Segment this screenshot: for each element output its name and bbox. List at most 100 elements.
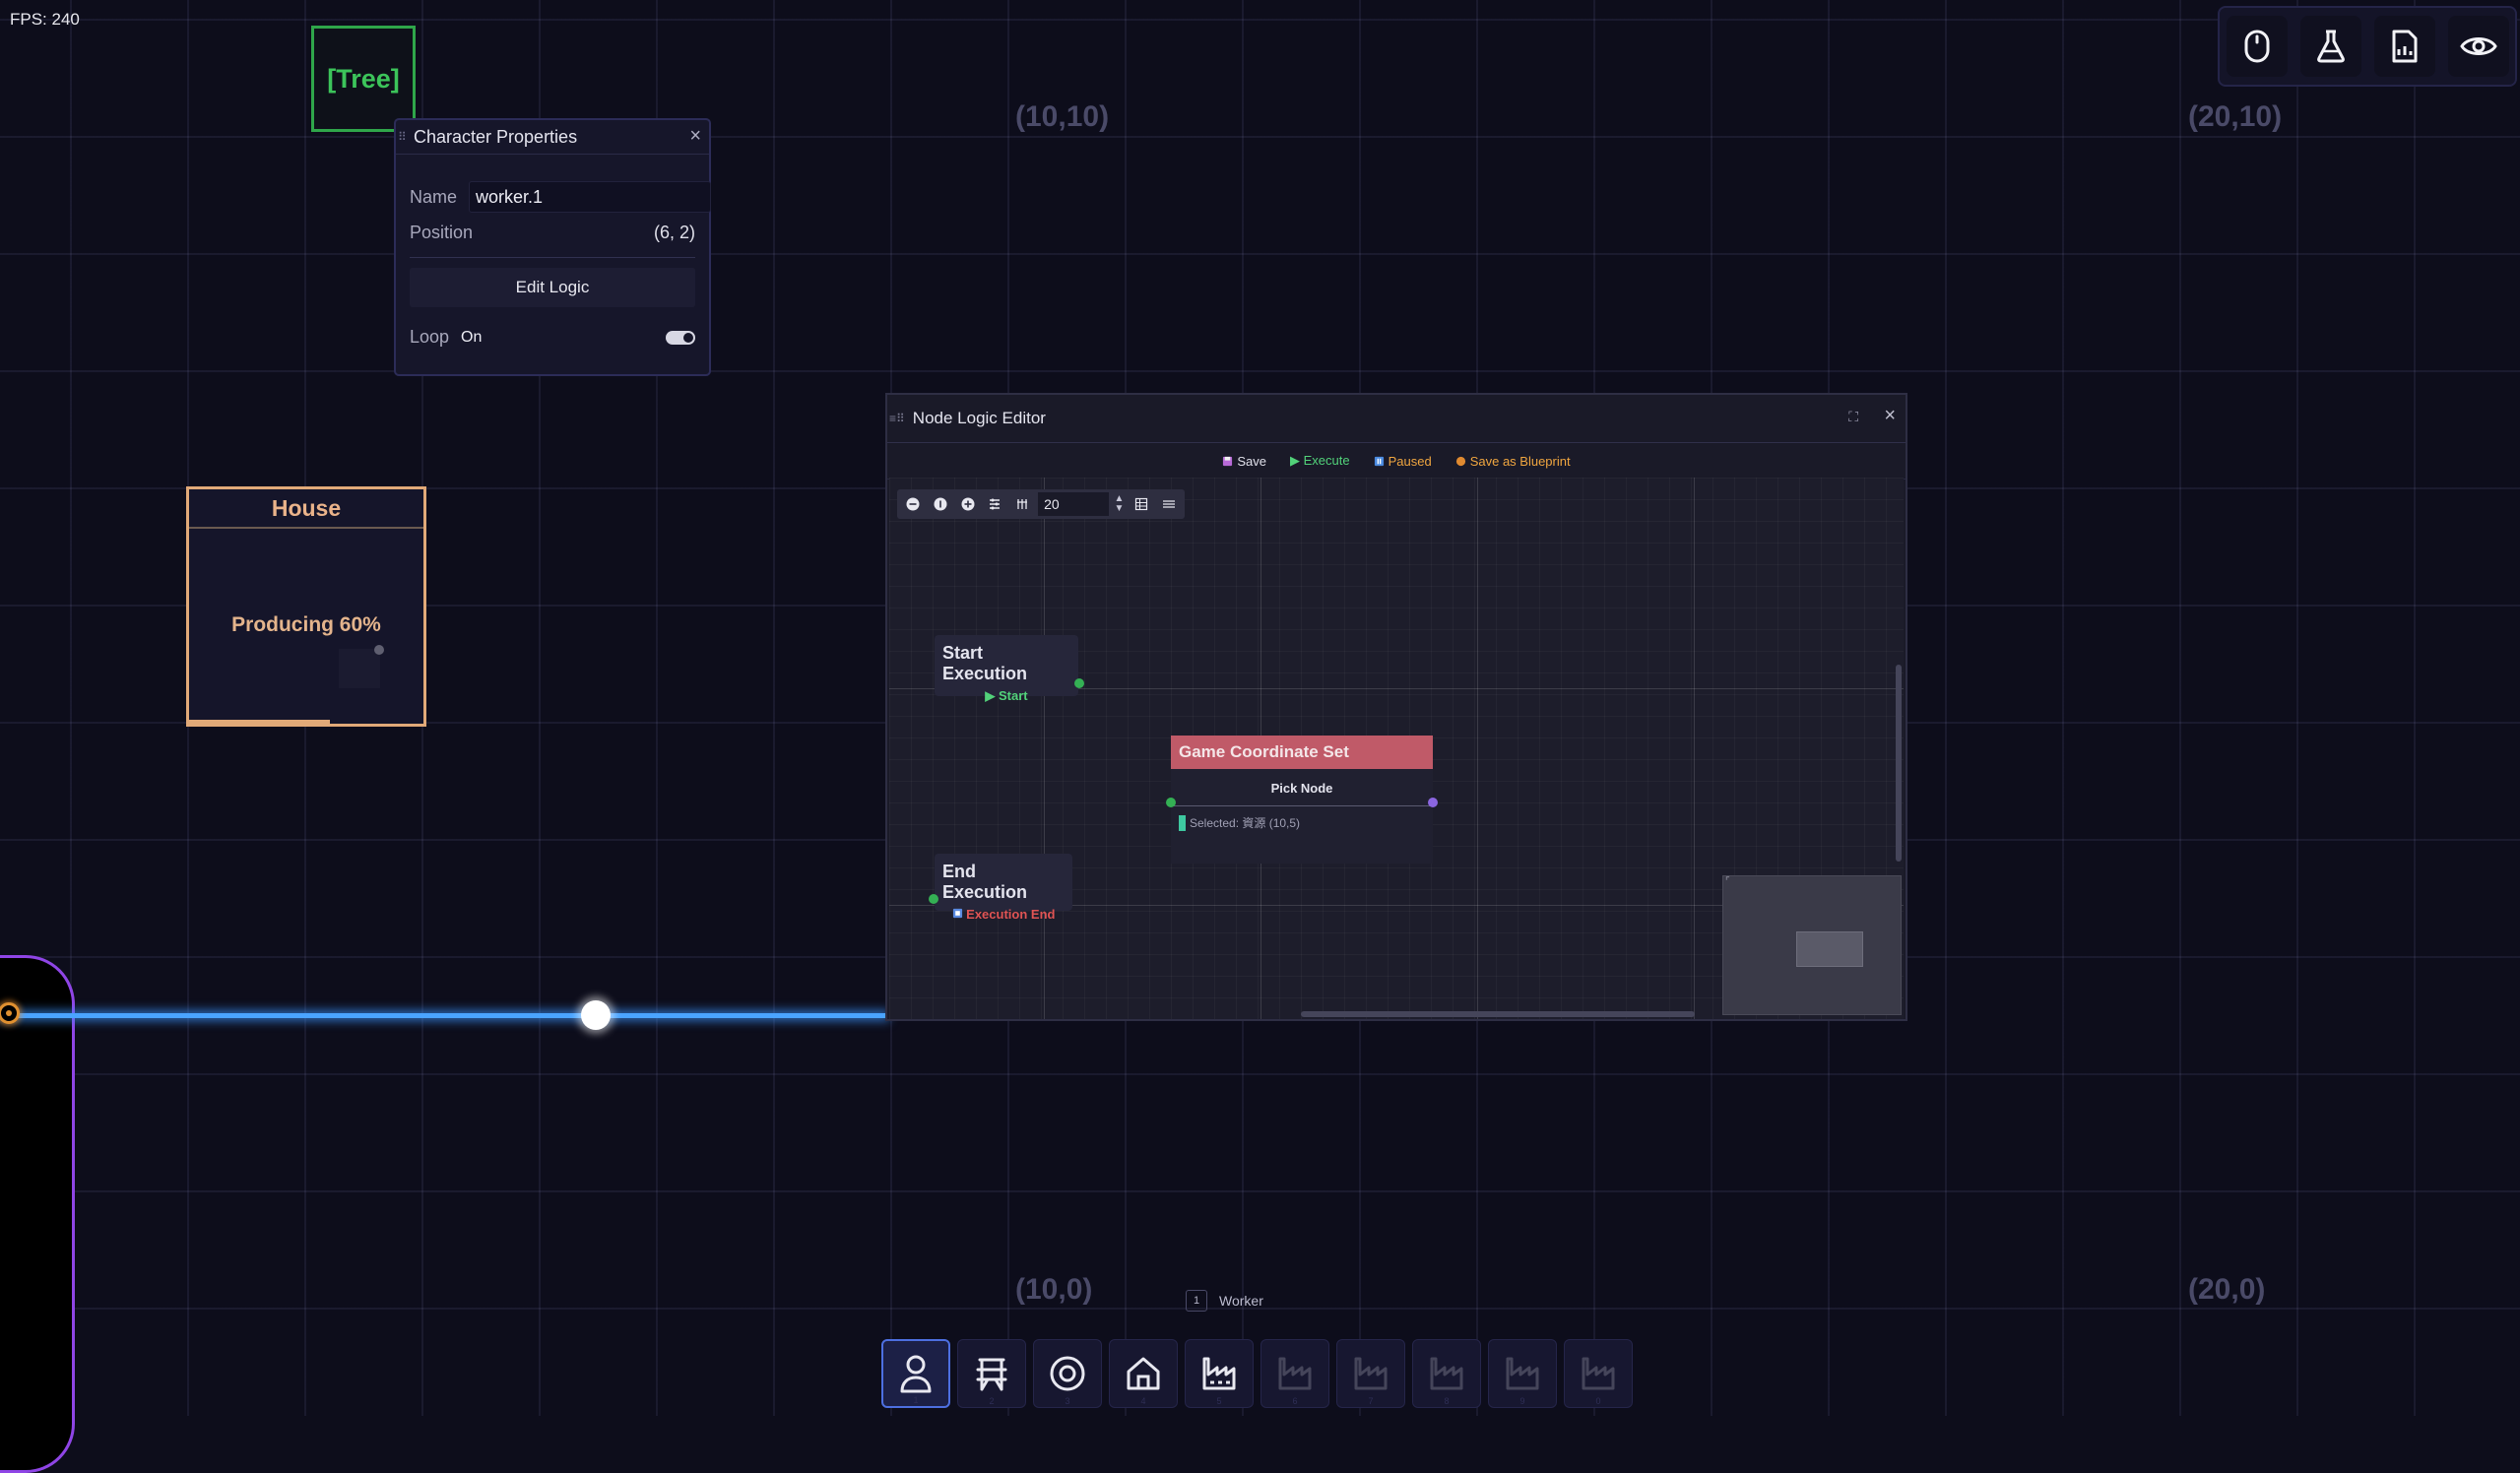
stop-icon bbox=[952, 908, 962, 919]
panel-header[interactable]: ⠿ Character Properties × bbox=[396, 120, 709, 155]
selected-coordinate: Selected: 資源 (10,5) bbox=[1179, 814, 1433, 831]
factory-icon bbox=[1354, 1357, 1388, 1390]
minimap[interactable]: ⌜ bbox=[1722, 875, 1902, 1015]
energy-node[interactable] bbox=[581, 1000, 611, 1030]
house-indicator-dot bbox=[374, 645, 384, 655]
slot-number: 1 bbox=[913, 1395, 919, 1405]
hotbar-slot-locked[interactable]: 0 bbox=[1564, 1339, 1633, 1408]
hotkey-badge: 1 bbox=[1186, 1290, 1207, 1312]
start-execution-node[interactable]: Start Execution ▶ Start bbox=[935, 635, 1084, 703]
hotbar-slot-locked[interactable]: 8 bbox=[1412, 1339, 1481, 1408]
grid-size-input[interactable]: 20 bbox=[1038, 492, 1109, 516]
game-coordinate-set-node[interactable]: Game Coordinate Set Pick Node Selected: … bbox=[1166, 736, 1438, 864]
close-icon[interactable]: × bbox=[689, 125, 701, 148]
house-title: House bbox=[189, 489, 423, 529]
hotbar-slot-bench[interactable]: 2 bbox=[957, 1339, 1026, 1408]
execute-button[interactable]: ▶ Execute bbox=[1290, 453, 1350, 469]
top-right-toolbar bbox=[2218, 6, 2517, 87]
house-progress-bar bbox=[189, 720, 330, 724]
vertical-scrollbar[interactable] bbox=[1896, 665, 1902, 862]
loop-toggle[interactable] bbox=[666, 330, 695, 345]
input-port[interactable] bbox=[929, 894, 938, 904]
blueprint-icon bbox=[1455, 456, 1465, 466]
grid-size-stepper[interactable]: ▲ ▼ bbox=[1113, 494, 1127, 514]
factory-icon bbox=[1202, 1357, 1236, 1390]
canvas-grid-line bbox=[1694, 478, 1695, 1019]
reset-zoom-icon[interactable] bbox=[929, 492, 952, 516]
factory-icon bbox=[1582, 1357, 1615, 1390]
end-label-text: Execution End bbox=[966, 907, 1056, 922]
hotbar-slot-target[interactable]: 3 bbox=[1033, 1339, 1102, 1408]
editor-actions: Save ▶ Execute Paused Save as Blueprint bbox=[887, 443, 1906, 480]
paused-label: Paused bbox=[1388, 453, 1432, 469]
hotbar-slot-locked[interactable]: 6 bbox=[1260, 1339, 1329, 1408]
canvas-toolbar: 20 ▲ ▼ bbox=[897, 489, 1185, 519]
slot-number: 3 bbox=[1065, 1396, 1070, 1406]
fps-counter: FPS: 240 bbox=[10, 10, 80, 29]
zoom-in-icon[interactable] bbox=[956, 492, 980, 516]
name-row: Name bbox=[410, 181, 712, 213]
align-icon[interactable] bbox=[983, 492, 1006, 516]
purple-structure[interactable] bbox=[0, 955, 75, 1473]
flask-icon[interactable] bbox=[2299, 16, 2361, 77]
editor-header[interactable]: ≡⠿ Node Logic Editor ⛶ × bbox=[887, 395, 1906, 443]
minimap-viewport[interactable] bbox=[1796, 931, 1863, 967]
eye-icon[interactable] bbox=[2447, 16, 2509, 77]
loop-label: Loop bbox=[410, 327, 450, 347]
factory-icon bbox=[1506, 1357, 1539, 1390]
save-blueprint-button[interactable]: Save as Blueprint bbox=[1455, 454, 1571, 469]
editor-title: Node Logic Editor bbox=[912, 409, 1046, 427]
input-port[interactable] bbox=[1166, 798, 1176, 807]
tree-label: [Tree] bbox=[327, 63, 400, 94]
document-chart-icon[interactable] bbox=[2373, 16, 2435, 77]
horizontal-scrollbar[interactable] bbox=[1301, 1011, 1695, 1017]
paused-button[interactable]: Paused bbox=[1374, 454, 1432, 469]
save-button[interactable]: Save bbox=[1222, 454, 1266, 469]
divider bbox=[1171, 805, 1433, 806]
drag-handle-icon[interactable]: ⠿ bbox=[398, 130, 408, 144]
canvas-grid-line bbox=[1477, 478, 1478, 1019]
hotbar-slot-house[interactable]: 4 bbox=[1109, 1339, 1178, 1408]
house-deco bbox=[339, 649, 380, 688]
mouse-icon[interactable] bbox=[2226, 16, 2288, 77]
edit-logic-button[interactable]: Edit Logic bbox=[410, 268, 695, 307]
grid-toggle-icon[interactable] bbox=[1130, 492, 1153, 516]
tree-entity[interactable]: [Tree] bbox=[311, 26, 416, 132]
maximize-icon[interactable]: ⛶ bbox=[1848, 409, 1858, 425]
output-port[interactable] bbox=[1074, 678, 1084, 688]
selection-indicator bbox=[1179, 814, 1186, 831]
snap-icon[interactable] bbox=[1010, 492, 1034, 516]
drag-handle-icon[interactable]: ≡⠿ bbox=[889, 412, 905, 425]
hotbar-slot-locked[interactable]: 7 bbox=[1336, 1339, 1405, 1408]
pause-icon bbox=[1374, 456, 1384, 466]
end-execution-node[interactable]: End Execution Execution End bbox=[929, 854, 1072, 922]
selected-tool-label: Worker bbox=[1219, 1293, 1263, 1309]
hotbar-slot-worker[interactable]: 1 bbox=[881, 1339, 950, 1408]
world-coord-label: (10,10) bbox=[1015, 100, 1110, 133]
world-coord-label: (20,0) bbox=[2188, 1273, 2266, 1306]
zoom-out-icon[interactable] bbox=[901, 492, 925, 516]
position-row: Position (6, 2) bbox=[410, 223, 695, 243]
output-port[interactable] bbox=[1428, 798, 1438, 807]
house-status: Producing 60% bbox=[231, 613, 381, 636]
save-label: Save bbox=[1237, 453, 1267, 469]
name-input[interactable] bbox=[469, 181, 712, 213]
start-label: ▶ Start bbox=[985, 688, 1028, 703]
close-icon[interactable]: × bbox=[1884, 405, 1896, 427]
minimap-corner-icon[interactable]: ⌜ bbox=[1725, 876, 1730, 887]
slot-number: 4 bbox=[1140, 1396, 1146, 1406]
hotbar-slot-locked[interactable]: 9 bbox=[1488, 1339, 1557, 1408]
position-label: Position bbox=[410, 223, 474, 242]
world-coord-label: (20,10) bbox=[2188, 100, 2283, 133]
node-title: Game Coordinate Set bbox=[1171, 736, 1433, 769]
slot-number: 9 bbox=[1519, 1396, 1525, 1406]
house-building[interactable]: House Producing 60% bbox=[186, 486, 426, 727]
slot-number: 2 bbox=[989, 1396, 995, 1406]
save-icon bbox=[1223, 456, 1233, 466]
person-icon bbox=[900, 1355, 932, 1393]
minimap-toggle-icon[interactable] bbox=[1157, 492, 1181, 516]
hotbar-slot-factory[interactable]: 5 bbox=[1185, 1339, 1254, 1408]
slot-number: 5 bbox=[1216, 1396, 1222, 1406]
node-canvas[interactable]: 20 ▲ ▼ Start Execution ▶ Start Game Coord… bbox=[889, 478, 1904, 1019]
end-label: Execution End bbox=[935, 907, 1072, 922]
